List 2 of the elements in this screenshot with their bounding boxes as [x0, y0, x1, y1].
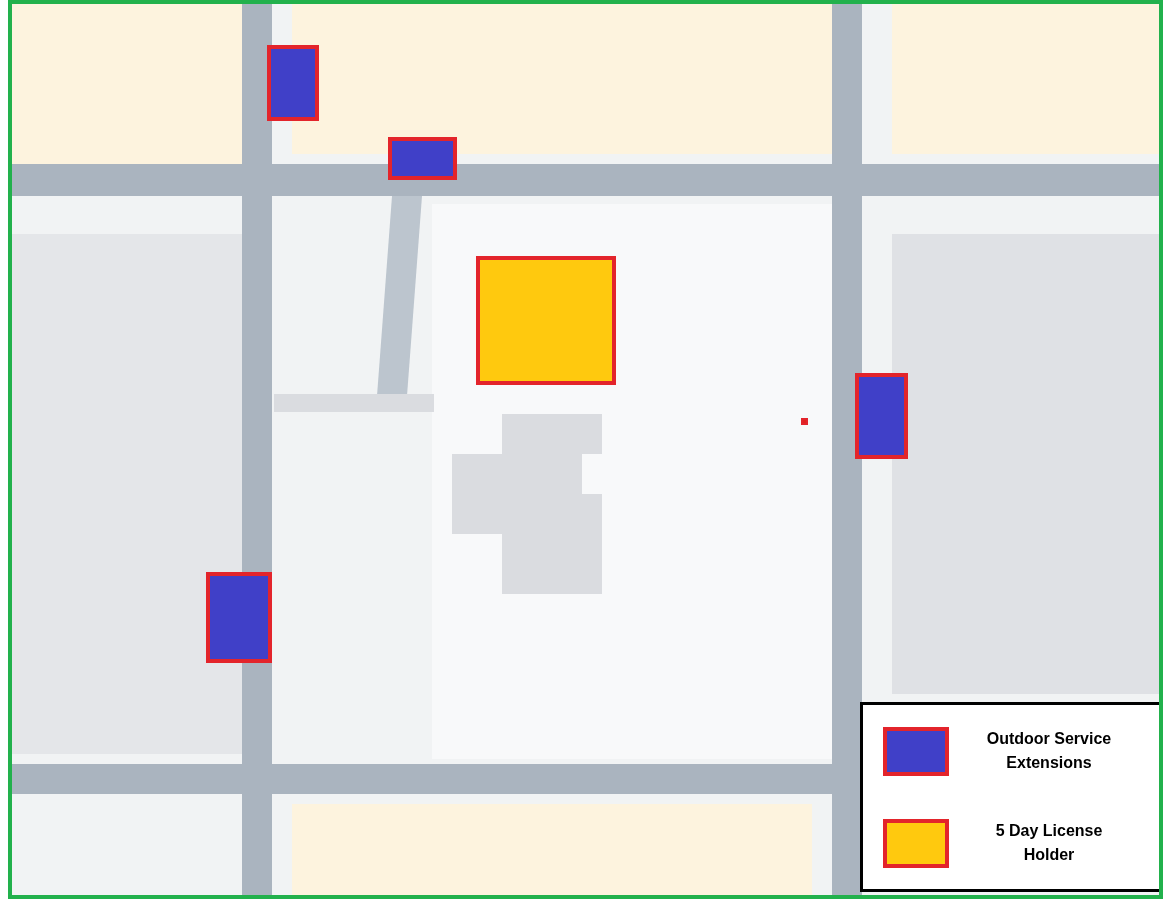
legend-label: 5 Day License Holder [994, 821, 1104, 865]
legend-label: Outdoor Service Extensions [985, 729, 1113, 773]
